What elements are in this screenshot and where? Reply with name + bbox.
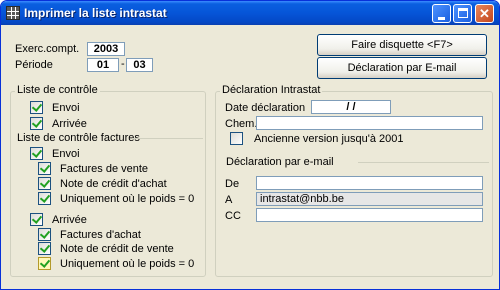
checklist-envoi-label: Envoi [52,102,80,114]
sales-invoices-label: Factures de vente [60,163,149,175]
intrastat-window: Imprimer la liste intrastat ✕ Exerc.comp… [0,0,500,290]
window-title: Imprimer la liste intrastat [24,6,167,20]
checklist-arrivee-checkbox[interactable] [30,117,43,130]
period-label: Période [15,59,53,71]
checklist-arrivee-label: Arrivée [52,118,87,130]
email-declaration-button[interactable]: Déclaration par E-mail [317,57,487,79]
email-to-field[interactable]: intrastat@nbb.be [256,192,483,206]
email-declaration-separator [358,162,489,163]
period-from-field[interactable]: 01 [87,58,119,72]
invoice-checklist-separator [132,138,203,139]
period-to-field[interactable]: 03 [126,58,153,72]
email-cc-field[interactable] [256,208,483,222]
declaration-date-label: Date déclaration [225,102,306,114]
period-separator: - [121,58,125,70]
email-from-field[interactable] [256,176,483,190]
purchase-invoices-checkbox[interactable] [38,228,51,241]
intrastat-title: Déclaration Intrastat [220,84,323,96]
app-grid-icon [6,6,20,20]
email-from-label: De [225,178,240,190]
checklist-envoi-checkbox[interactable] [30,101,43,114]
envoi-weight-zero-label: Uniquement où le poids = 0 [60,193,195,205]
arrivee-weight-zero-label: Uniquement où le poids = 0 [60,258,195,270]
invoice-envoi-checkbox[interactable] [30,147,43,160]
minimize-icon [438,17,445,20]
old-version-label: Ancienne version jusqu'à 2001 [254,133,404,145]
sales-invoices-checkbox[interactable] [38,162,51,175]
arrivee-weight-zero-checkbox[interactable] [38,257,51,270]
invoice-checklist-title: Liste de contrôle factures [17,132,140,144]
title-bar[interactable]: Imprimer la liste intrastat ✕ [1,1,499,25]
checklist-title: Liste de contrôle [15,84,100,96]
email-cc-label: CC [225,210,241,222]
purchase-credit-note-label: Note de crédit d'achat [60,178,167,190]
invoice-envoi-label: Envoi [52,148,80,160]
sales-credit-note-checkbox[interactable] [38,242,51,255]
declaration-date-field[interactable]: / / [311,100,391,114]
path-field[interactable] [256,116,483,130]
maximize-button[interactable] [453,4,472,23]
invoice-arrivee-checkbox[interactable] [30,213,43,226]
email-to-label: A [225,194,233,206]
exercise-field[interactable]: 2003 [87,42,125,56]
purchase-credit-note-checkbox[interactable] [38,177,51,190]
minimize-button[interactable] [432,4,451,23]
invoice-arrivee-label: Arrivée [52,214,87,226]
sales-credit-note-label: Note de crédit de vente [60,243,174,255]
email-declaration-title: Déclaration par e-mail [226,156,334,168]
close-button[interactable]: ✕ [475,4,494,23]
floppy-button[interactable]: Faire disquette <F7> [317,34,487,56]
close-icon: ✕ [479,6,490,21]
exercise-label: Exerc.compt. [15,43,80,55]
path-label: Chem. [225,118,258,130]
maximize-icon [458,8,468,18]
purchase-invoices-label: Factures d'achat [60,229,141,241]
old-version-checkbox[interactable] [230,132,243,145]
envoi-weight-zero-checkbox[interactable] [38,192,51,205]
